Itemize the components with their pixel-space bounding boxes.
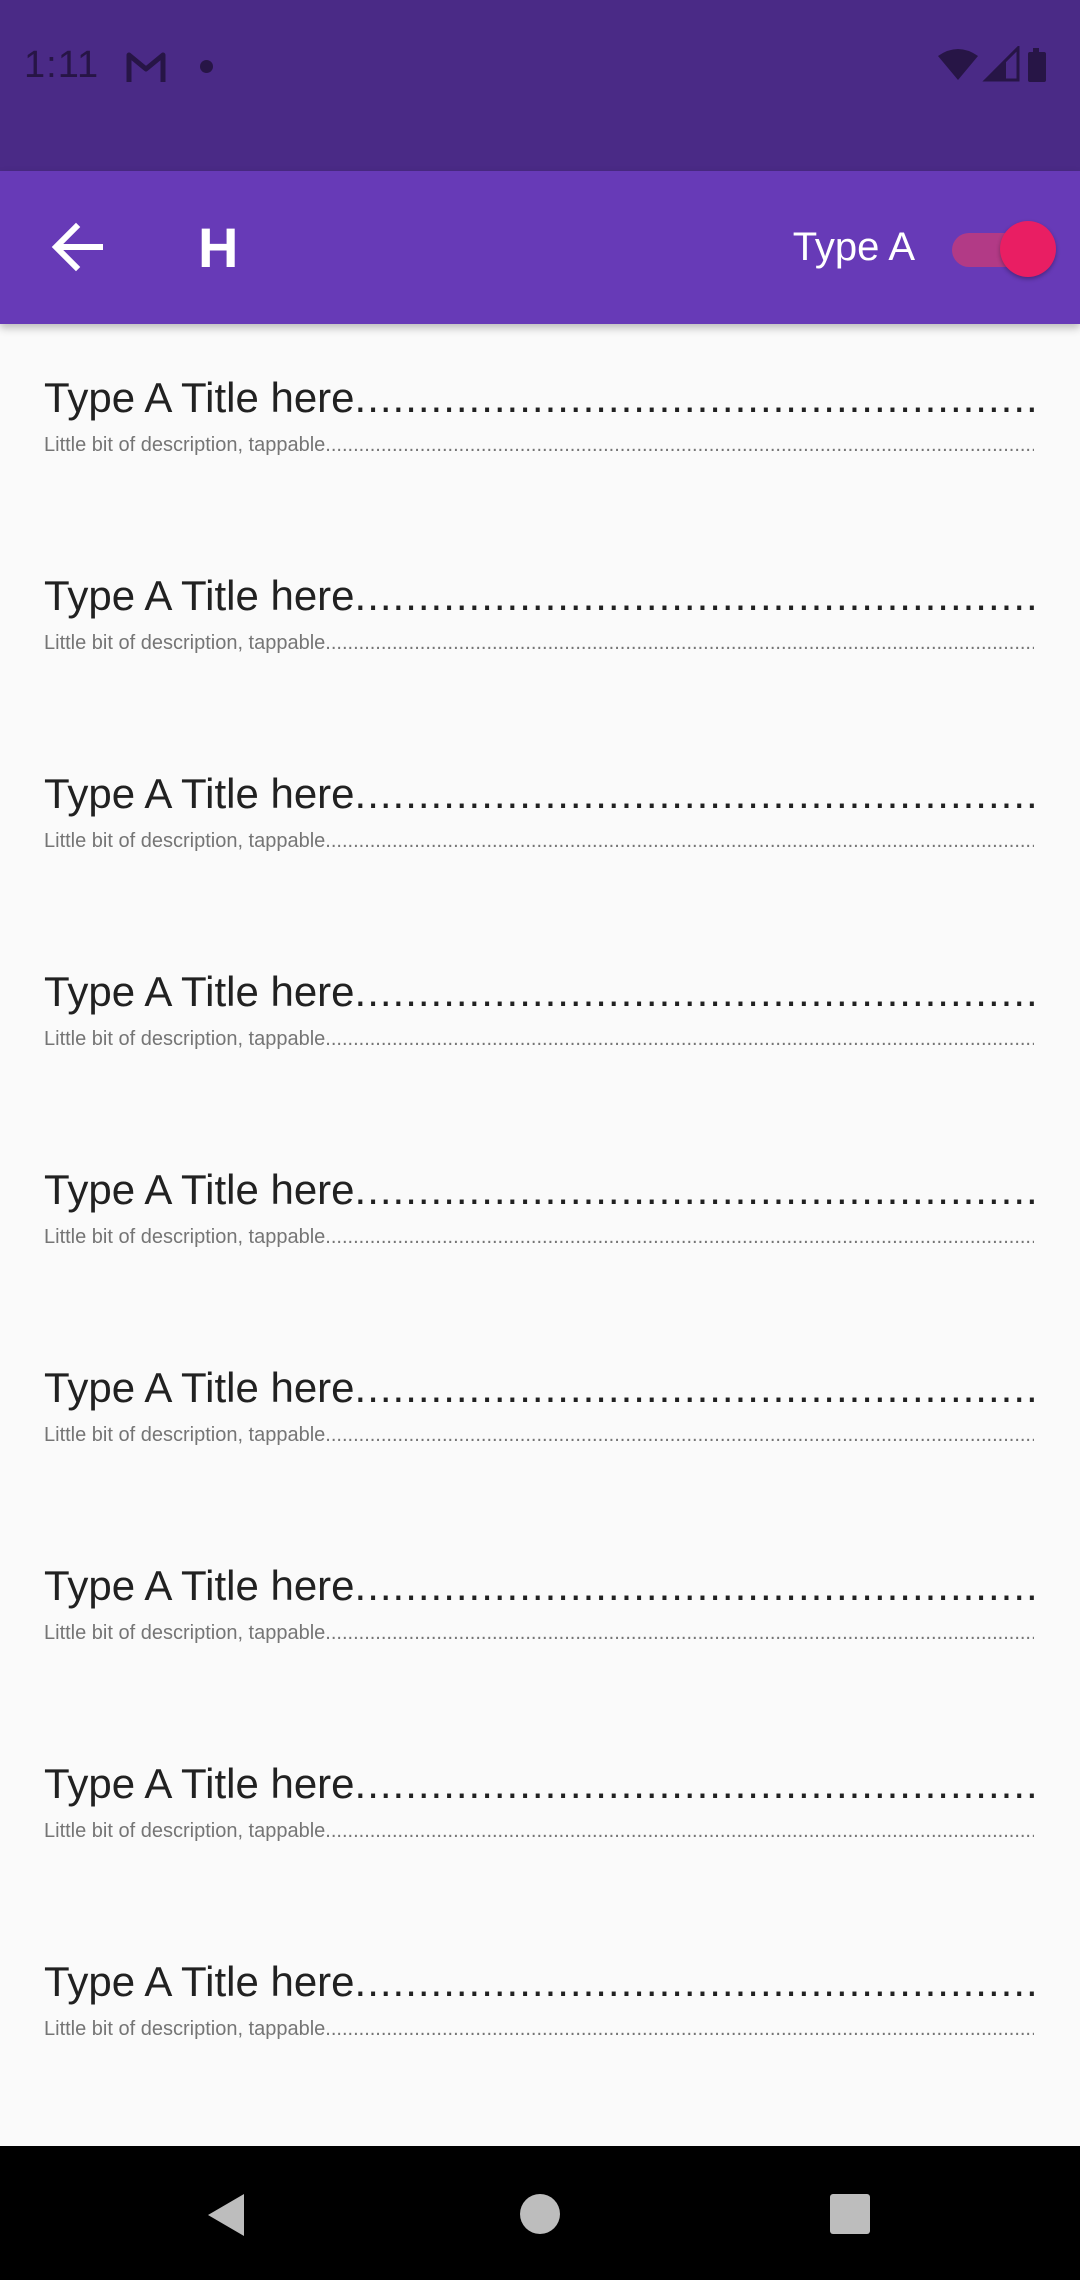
list-item[interactable]: Type A Title here Little bit of descript… (44, 1908, 1034, 2106)
notification-dot-icon (200, 60, 213, 73)
status-icons (936, 46, 1060, 86)
status-time: 1:11 (24, 44, 100, 86)
item-description[interactable]: Little bit of description, tappable (44, 430, 1034, 460)
item-description[interactable]: Little bit of description, tappable (44, 2014, 1034, 2044)
list-item[interactable]: Type A Title here Little bit of descript… (44, 1116, 1034, 1314)
item-title: Type A Title here (44, 1756, 1034, 1812)
item-title: Type A Title here (44, 1558, 1034, 1614)
back-button[interactable] (32, 201, 124, 293)
gmail-icon (126, 50, 166, 84)
item-title: Type A Title here (44, 766, 1034, 822)
signal-icon (982, 46, 1020, 82)
item-title: Type A Title here (44, 1162, 1034, 1218)
system-nav-bar (0, 2146, 1080, 2280)
type-a-toggle[interactable] (952, 219, 1056, 279)
wifi-icon (938, 49, 978, 80)
nav-back-icon[interactable] (202, 2190, 252, 2240)
list-item[interactable]: Type A Title here Little bit of descript… (44, 1710, 1034, 1908)
item-title: Type A Title here (44, 1360, 1034, 1416)
list-item[interactable]: Type A Title here Little bit of descript… (44, 720, 1034, 918)
item-title: Type A Title here (44, 964, 1034, 1020)
item-description[interactable]: Little bit of description, tappable (44, 1420, 1034, 1450)
toggle-thumb (1000, 221, 1056, 277)
list-item[interactable]: Type A Title here Little bit of descript… (44, 1314, 1034, 1512)
item-title: Type A Title here (44, 568, 1034, 624)
item-description[interactable]: Little bit of description, tappable (44, 826, 1034, 856)
arrow-back-icon (51, 222, 103, 272)
item-title: Type A Title here (44, 370, 1034, 426)
item-description[interactable]: Little bit of description, tappable (44, 1222, 1034, 1252)
nav-recents-icon[interactable] (830, 2194, 870, 2234)
app-bar: H Type A (0, 171, 1080, 324)
list-item[interactable]: Type A Title here Little bit of descript… (44, 324, 1034, 522)
page-title: H (198, 216, 239, 279)
item-list: Type A Title here Little bit of descript… (0, 324, 1080, 2146)
item-title: Type A Title here (44, 1954, 1034, 2010)
toggle-label: Type A (792, 225, 915, 269)
item-description[interactable]: Little bit of description, tappable (44, 628, 1034, 658)
app-screen: 1:11 H Type A Type A Title here ..... Li… (0, 0, 1080, 2280)
item-description[interactable]: Little bit of description, tappable (44, 1816, 1034, 1846)
item-description[interactable]: Little bit of description, tappable (44, 1618, 1034, 1648)
item-description[interactable]: Little bit of description, tappable (44, 1024, 1034, 1054)
status-bar: 1:11 (0, 0, 1080, 171)
list-item[interactable]: Type A Title here Little bit of descript… (44, 522, 1034, 720)
nav-home-icon[interactable] (520, 2194, 560, 2234)
battery-icon (1028, 48, 1046, 82)
list-item[interactable]: Type A Title here Little bit of descript… (44, 918, 1034, 1116)
list-item[interactable]: Type A Title here Little bit of descript… (44, 1512, 1034, 1710)
